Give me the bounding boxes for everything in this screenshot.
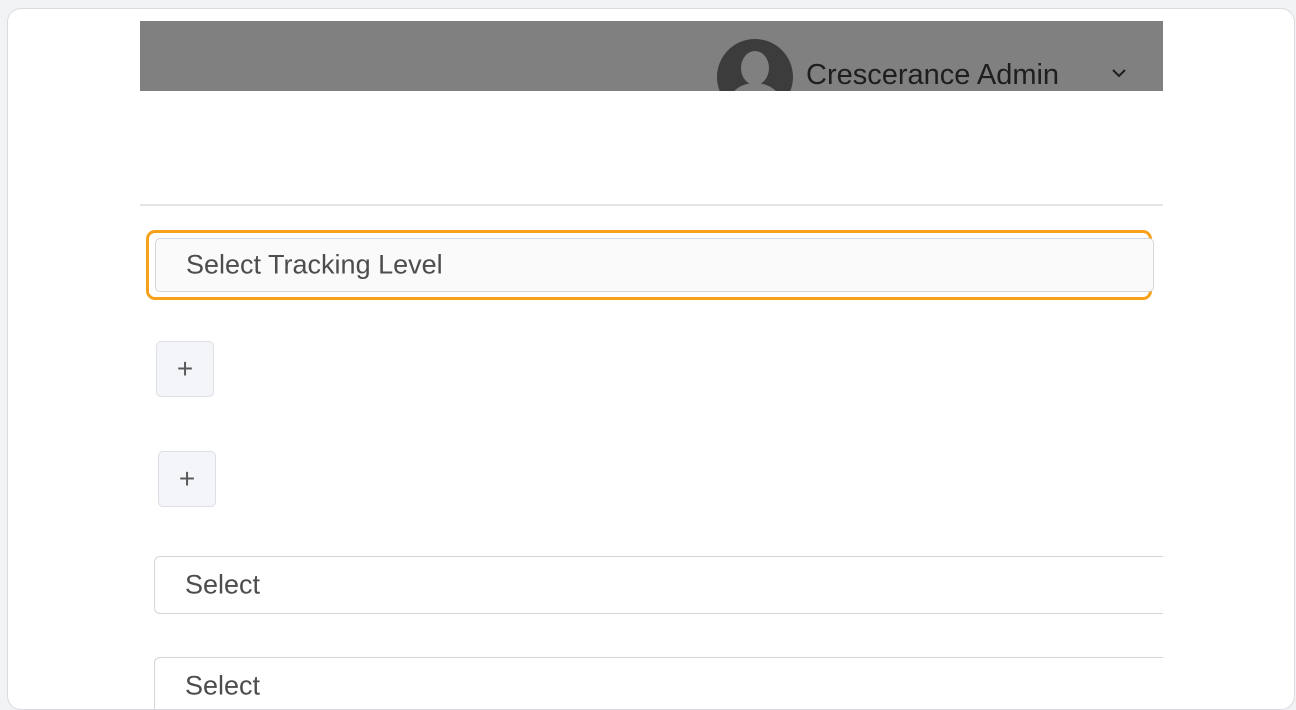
avatar-head <box>741 51 769 85</box>
tracking-level-select[interactable]: Select Tracking Level <box>155 238 1154 292</box>
add-button[interactable]: + <box>158 451 216 507</box>
section-divider <box>140 204 1163 206</box>
select-dropdown[interactable]: Select <box>154 657 1163 709</box>
select-placeholder: Select <box>185 670 261 701</box>
chevron-down-icon[interactable] <box>1111 67 1127 79</box>
tracking-level-placeholder: Select Tracking Level <box>186 249 443 280</box>
user-name[interactable]: Crescerance Admin <box>806 59 1059 91</box>
top-navbar: Crescerance Admin <box>140 21 1163 91</box>
select-placeholder: Select <box>185 569 261 600</box>
browser-frame: Crescerance Admin Select Tracking Level … <box>7 8 1295 710</box>
page-viewport: Crescerance Admin Select Tracking Level … <box>140 21 1163 709</box>
user-avatar-icon[interactable] <box>717 39 793 91</box>
avatar-shoulders <box>729 83 781 91</box>
add-button[interactable]: + <box>156 341 214 397</box>
select-dropdown[interactable]: Select <box>154 556 1163 614</box>
